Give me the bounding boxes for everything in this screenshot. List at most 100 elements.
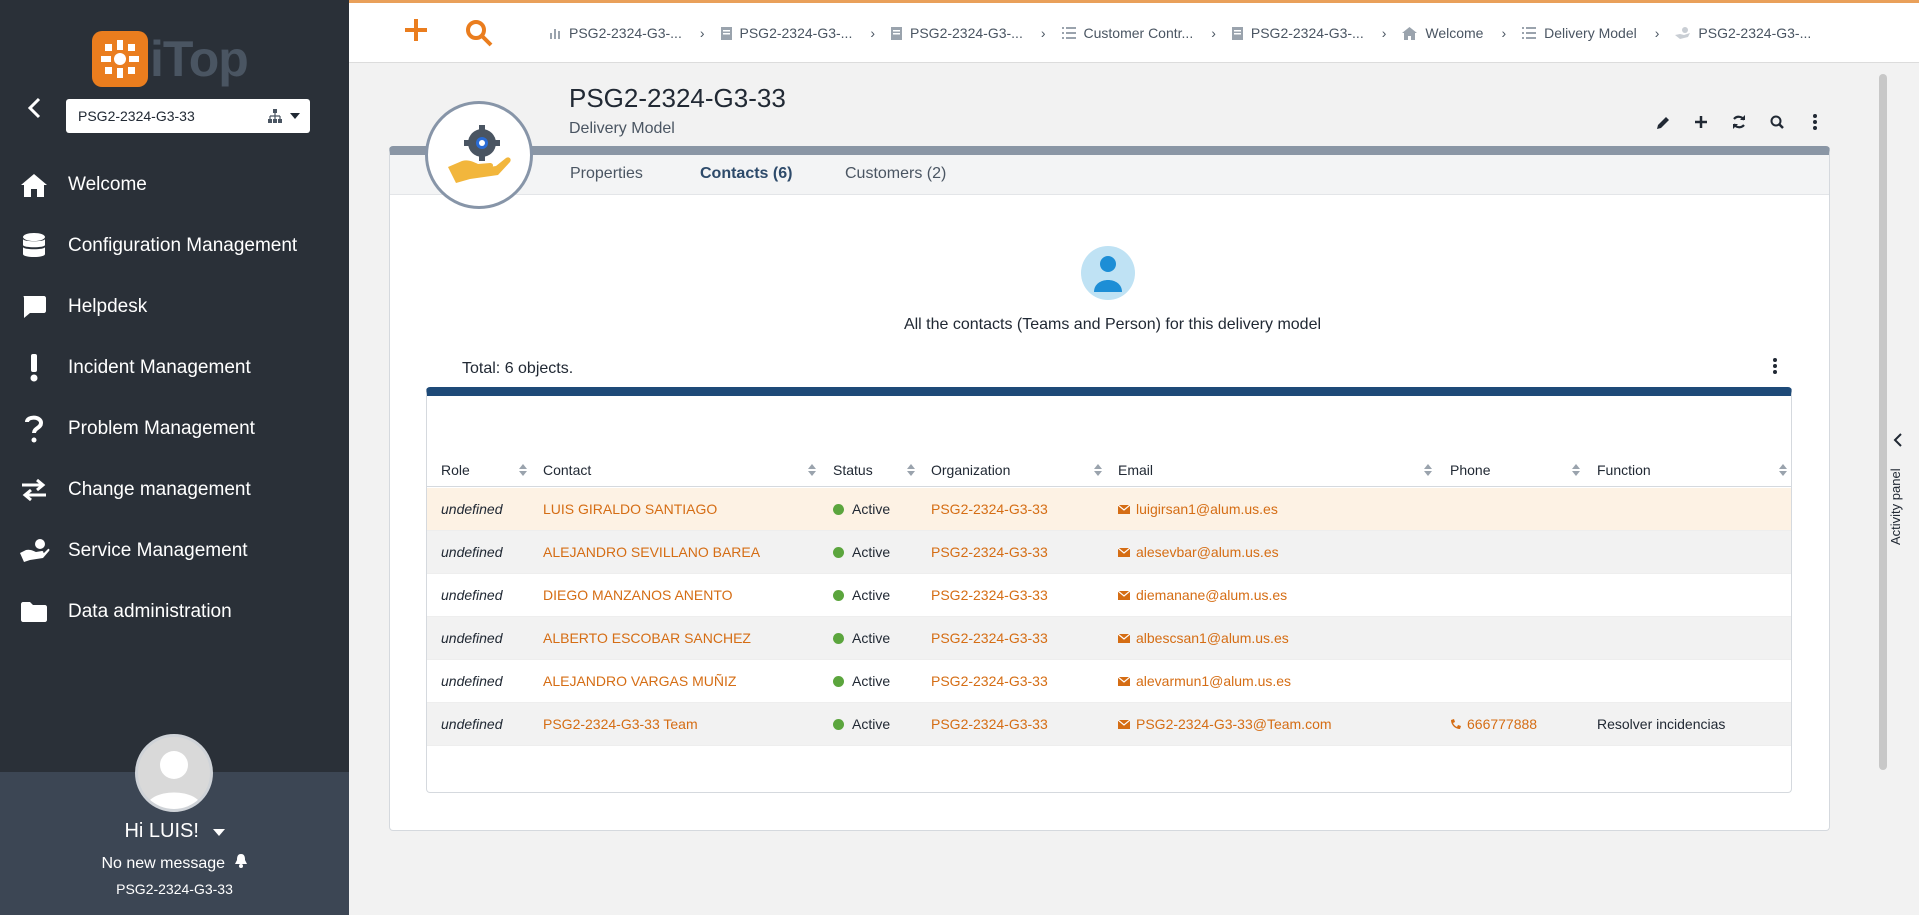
phone-link[interactable]: 666777888 — [1450, 703, 1537, 745]
column-header-status[interactable]: Status — [833, 452, 873, 487]
organization-link[interactable]: PSG2-2324-G3-33 — [931, 574, 1048, 616]
user-greeting: Hi LUIS! — [124, 820, 199, 842]
home-icon — [0, 172, 68, 198]
breadcrumb-item[interactable]: PSG2-2324-G3-... — [1231, 25, 1364, 41]
breadcrumb-item[interactable]: Delivery Model — [1522, 25, 1637, 41]
hierarchy-icon[interactable] — [268, 109, 282, 123]
contact-link[interactable]: LUIS GIRALDO SANTIAGO — [543, 488, 717, 530]
menu-item-label: Incident Management — [68, 356, 251, 378]
email-link[interactable]: albescsan1@alum.us.es — [1118, 617, 1289, 659]
hand-icon — [1675, 27, 1691, 39]
menu-item-configuration-management[interactable]: Configuration Management — [0, 215, 349, 276]
menu-item-data-administration[interactable]: Data administration — [0, 581, 349, 642]
itop-logo[interactable]: iTop — [92, 30, 249, 88]
search-button[interactable] — [1769, 112, 1785, 132]
table-menu-button[interactable] — [1773, 358, 1777, 379]
menu-item-label: Helpdesk — [68, 295, 148, 317]
notifications-text: No new message — [101, 855, 226, 872]
sort-icon[interactable] — [1424, 452, 1432, 487]
menu-item-problem-management[interactable]: Problem Management — [0, 398, 349, 459]
breadcrumb-item[interactable]: PSG2-2324-G3-... — [891, 25, 1023, 41]
sort-icon[interactable] — [519, 452, 527, 487]
sort-icon[interactable] — [1572, 452, 1580, 487]
column-header-organization[interactable]: Organization — [931, 452, 1010, 487]
folder-icon — [0, 601, 68, 623]
organization-link[interactable]: PSG2-2324-G3-33 — [931, 531, 1048, 573]
contacts-description: All the contacts (Teams and Person) for … — [903, 316, 1322, 333]
cell-status: Active — [833, 617, 890, 659]
cell-role: undefined — [441, 630, 503, 646]
tab-properties[interactable]: Properties — [570, 165, 643, 183]
breadcrumb-item[interactable]: PSG2-2324-G3-... — [549, 25, 682, 41]
column-header-email[interactable]: Email — [1118, 452, 1153, 487]
column-header-function[interactable]: Function — [1597, 452, 1651, 487]
table-row[interactable]: undefined PSG2-2324-G3-33 Team Active PS… — [427, 703, 1791, 746]
notifications[interactable]: No new message — [0, 853, 349, 873]
contact-link[interactable]: ALEJANDRO SEVILLANO BAREA — [543, 531, 760, 573]
breadcrumb-item[interactable]: Welcome — [1402, 25, 1483, 41]
page-title: PSG2-2324-G3-33 — [569, 83, 786, 113]
menu-item-welcome[interactable]: Welcome — [0, 154, 349, 215]
sort-icon[interactable] — [808, 452, 816, 487]
contact-link[interactable]: DIEGO MANZANOS ANENTO — [543, 574, 733, 616]
user-greeting-menu[interactable]: Hi LUIS! — [0, 820, 349, 843]
breadcrumb-label: Delivery Model — [1544, 25, 1637, 41]
tab-customers[interactable]: Customers (2) — [845, 165, 946, 183]
table-row[interactable]: undefined DIEGO MANZANOS ANENTO Active P… — [427, 574, 1791, 617]
collapse-sidebar-button[interactable] — [22, 96, 46, 120]
caret-down-icon[interactable] — [290, 113, 300, 119]
table-row[interactable]: undefined ALBERTO ESCOBAR SANCHEZ Active… — [427, 617, 1791, 660]
new-object-button[interactable] — [403, 17, 429, 48]
breadcrumb-label: PSG2-2324-G3-... — [1250, 25, 1364, 41]
sort-icon[interactable] — [1779, 452, 1787, 487]
avatar[interactable] — [135, 734, 213, 812]
person-icon — [1081, 246, 1135, 300]
column-header-contact[interactable]: Contact — [543, 452, 591, 487]
more-actions-button[interactable] — [1807, 112, 1823, 132]
list-icon — [1522, 27, 1537, 39]
contact-link[interactable]: ALEJANDRO VARGAS MUÑIZ — [543, 660, 736, 702]
menu-item-helpdesk[interactable]: Helpdesk — [0, 276, 349, 337]
new-button[interactable] — [1693, 112, 1709, 132]
email-link[interactable]: PSG2-2324-G3-33@Team.com — [1118, 703, 1332, 745]
breadcrumb-item[interactable]: Customer Contr... — [1061, 25, 1194, 41]
envelope-icon — [1118, 504, 1130, 514]
breadcrumb-item[interactable]: PSG2-2324-G3-... — [1675, 25, 1811, 41]
sort-icon[interactable] — [907, 452, 915, 487]
table-row[interactable]: undefined LUIS GIRALDO SANTIAGO Active P… — [427, 488, 1791, 531]
email-link[interactable]: diemanane@alum.us.es — [1118, 574, 1287, 616]
refresh-button[interactable] — [1731, 112, 1747, 132]
global-search-button[interactable] — [465, 19, 493, 52]
status-active-icon — [833, 503, 844, 515]
email-link[interactable]: alevarmun1@alum.us.es — [1118, 660, 1291, 702]
tab-contacts[interactable]: Contacts (6) — [700, 165, 792, 183]
organization-link[interactable]: PSG2-2324-G3-33 — [931, 617, 1048, 659]
contact-link[interactable]: PSG2-2324-G3-33 Team — [543, 703, 698, 745]
table-row[interactable]: undefined ALEJANDRO VARGAS MUÑIZ Active … — [427, 660, 1791, 703]
refresh-icon — [1733, 115, 1745, 129]
column-header-role[interactable]: Role — [441, 452, 470, 487]
breadcrumb-item[interactable]: PSG2-2324-G3-... — [720, 25, 852, 41]
column-header-phone[interactable]: Phone — [1450, 452, 1490, 487]
breadcrumb-label: Customer Contr... — [1083, 25, 1194, 41]
organization-link[interactable]: PSG2-2324-G3-33 — [931, 703, 1048, 745]
menu-item-service-management[interactable]: Service Management — [0, 520, 349, 581]
cell-status: Active — [833, 488, 890, 530]
menu-item-incident-management[interactable]: Incident Management — [0, 337, 349, 398]
organization-link[interactable]: PSG2-2324-G3-33 — [931, 660, 1048, 702]
organization-select[interactable]: PSG2-2324-G3-33 — [66, 99, 310, 133]
menu-item-change-management[interactable]: Change management — [0, 459, 349, 520]
email-link[interactable]: luigirsan1@alum.us.es — [1118, 488, 1278, 530]
cell-role: undefined — [441, 587, 503, 603]
edit-button[interactable] — [1655, 112, 1671, 132]
envelope-icon — [1118, 547, 1130, 557]
cell-role: undefined — [441, 716, 503, 732]
contact-link[interactable]: ALBERTO ESCOBAR SANCHEZ — [543, 617, 751, 659]
organization-link[interactable]: PSG2-2324-G3-33 — [931, 488, 1048, 530]
status-active-icon — [833, 589, 844, 601]
table-row[interactable]: undefined ALEJANDRO SEVILLANO BAREA Acti… — [427, 531, 1791, 574]
sort-icon[interactable] — [1094, 452, 1102, 487]
cell-role: undefined — [441, 501, 503, 517]
email-link[interactable]: alesevbar@alum.us.es — [1118, 531, 1279, 573]
breadcrumb: PSG2-2324-G3-... › PSG2-2324-G3-... › PS… — [549, 3, 1811, 63]
